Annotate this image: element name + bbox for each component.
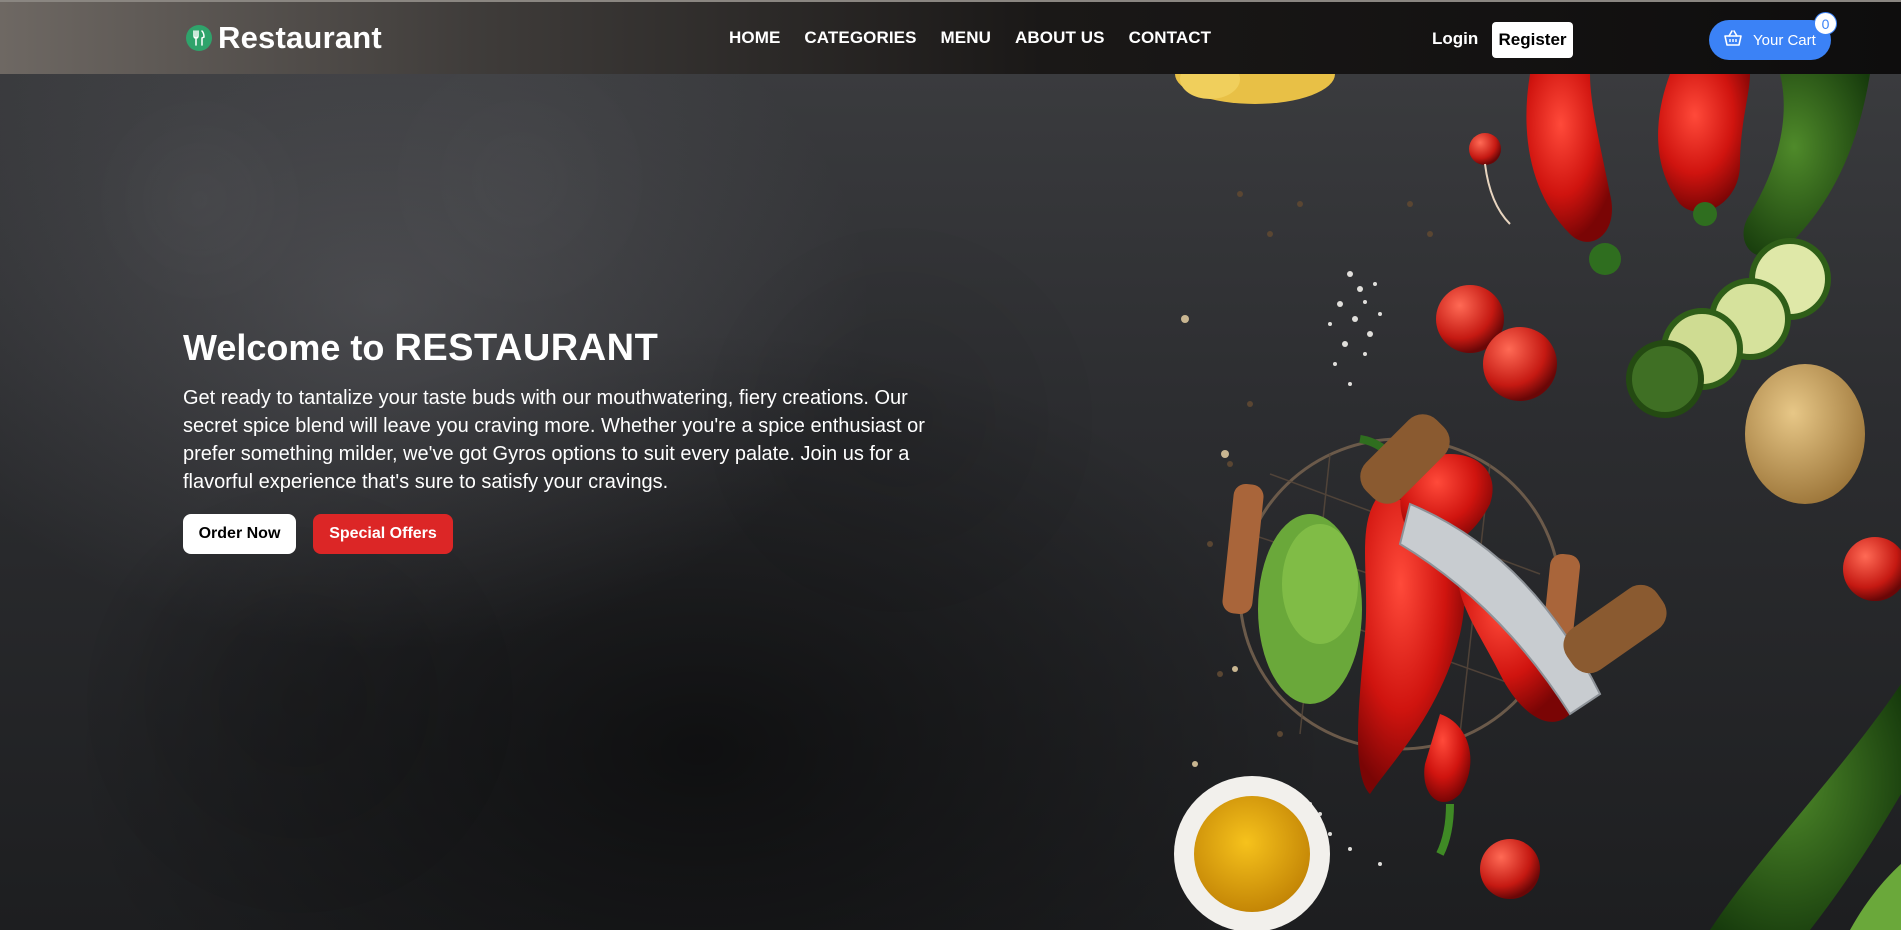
- hero-description: Get ready to tantalize your taste buds w…: [183, 387, 925, 493]
- brand-logo[interactable]: Restaurant: [186, 20, 382, 56]
- nav-contact[interactable]: CONTACT: [1129, 28, 1212, 48]
- hero-food-image: [1174, 74, 1901, 930]
- nav-menu[interactable]: MENU: [941, 28, 991, 48]
- cart-count-badge: 0: [1814, 12, 1837, 35]
- hero-title: Welcome to RESTAURANT: [183, 324, 943, 372]
- order-now-button[interactable]: Order Now: [183, 514, 296, 554]
- fork-knife-icon: [186, 25, 212, 51]
- login-link[interactable]: Login: [1432, 29, 1478, 49]
- nav-about-us[interactable]: ABOUT US: [1015, 28, 1105, 48]
- page: Restaurant HOME CATEGORIES MENU ABOUT US…: [0, 0, 1901, 930]
- navbar: Restaurant HOME CATEGORIES MENU ABOUT US…: [0, 0, 1901, 74]
- cart-button[interactable]: Your Cart: [1709, 20, 1831, 60]
- main-menu: HOME CATEGORIES MENU ABOUT US CONTACT: [729, 28, 1235, 48]
- brand-name: Restaurant: [218, 20, 382, 55]
- nav-categories[interactable]: CATEGORIES: [804, 28, 916, 48]
- basket-icon: [1723, 29, 1743, 51]
- hero-title-prefix: Welcome to: [183, 327, 395, 368]
- cart-label: Your Cart: [1753, 31, 1816, 49]
- hero-title-brand: RESTAURANT: [394, 327, 659, 369]
- register-button[interactable]: Register: [1492, 22, 1573, 58]
- hero-section: Welcome to RESTAURANT Get ready to tanta…: [183, 324, 943, 554]
- nav-home[interactable]: HOME: [729, 28, 780, 48]
- hero-actions: Order Now Special Offers: [183, 514, 943, 554]
- special-offers-button[interactable]: Special Offers: [313, 514, 453, 554]
